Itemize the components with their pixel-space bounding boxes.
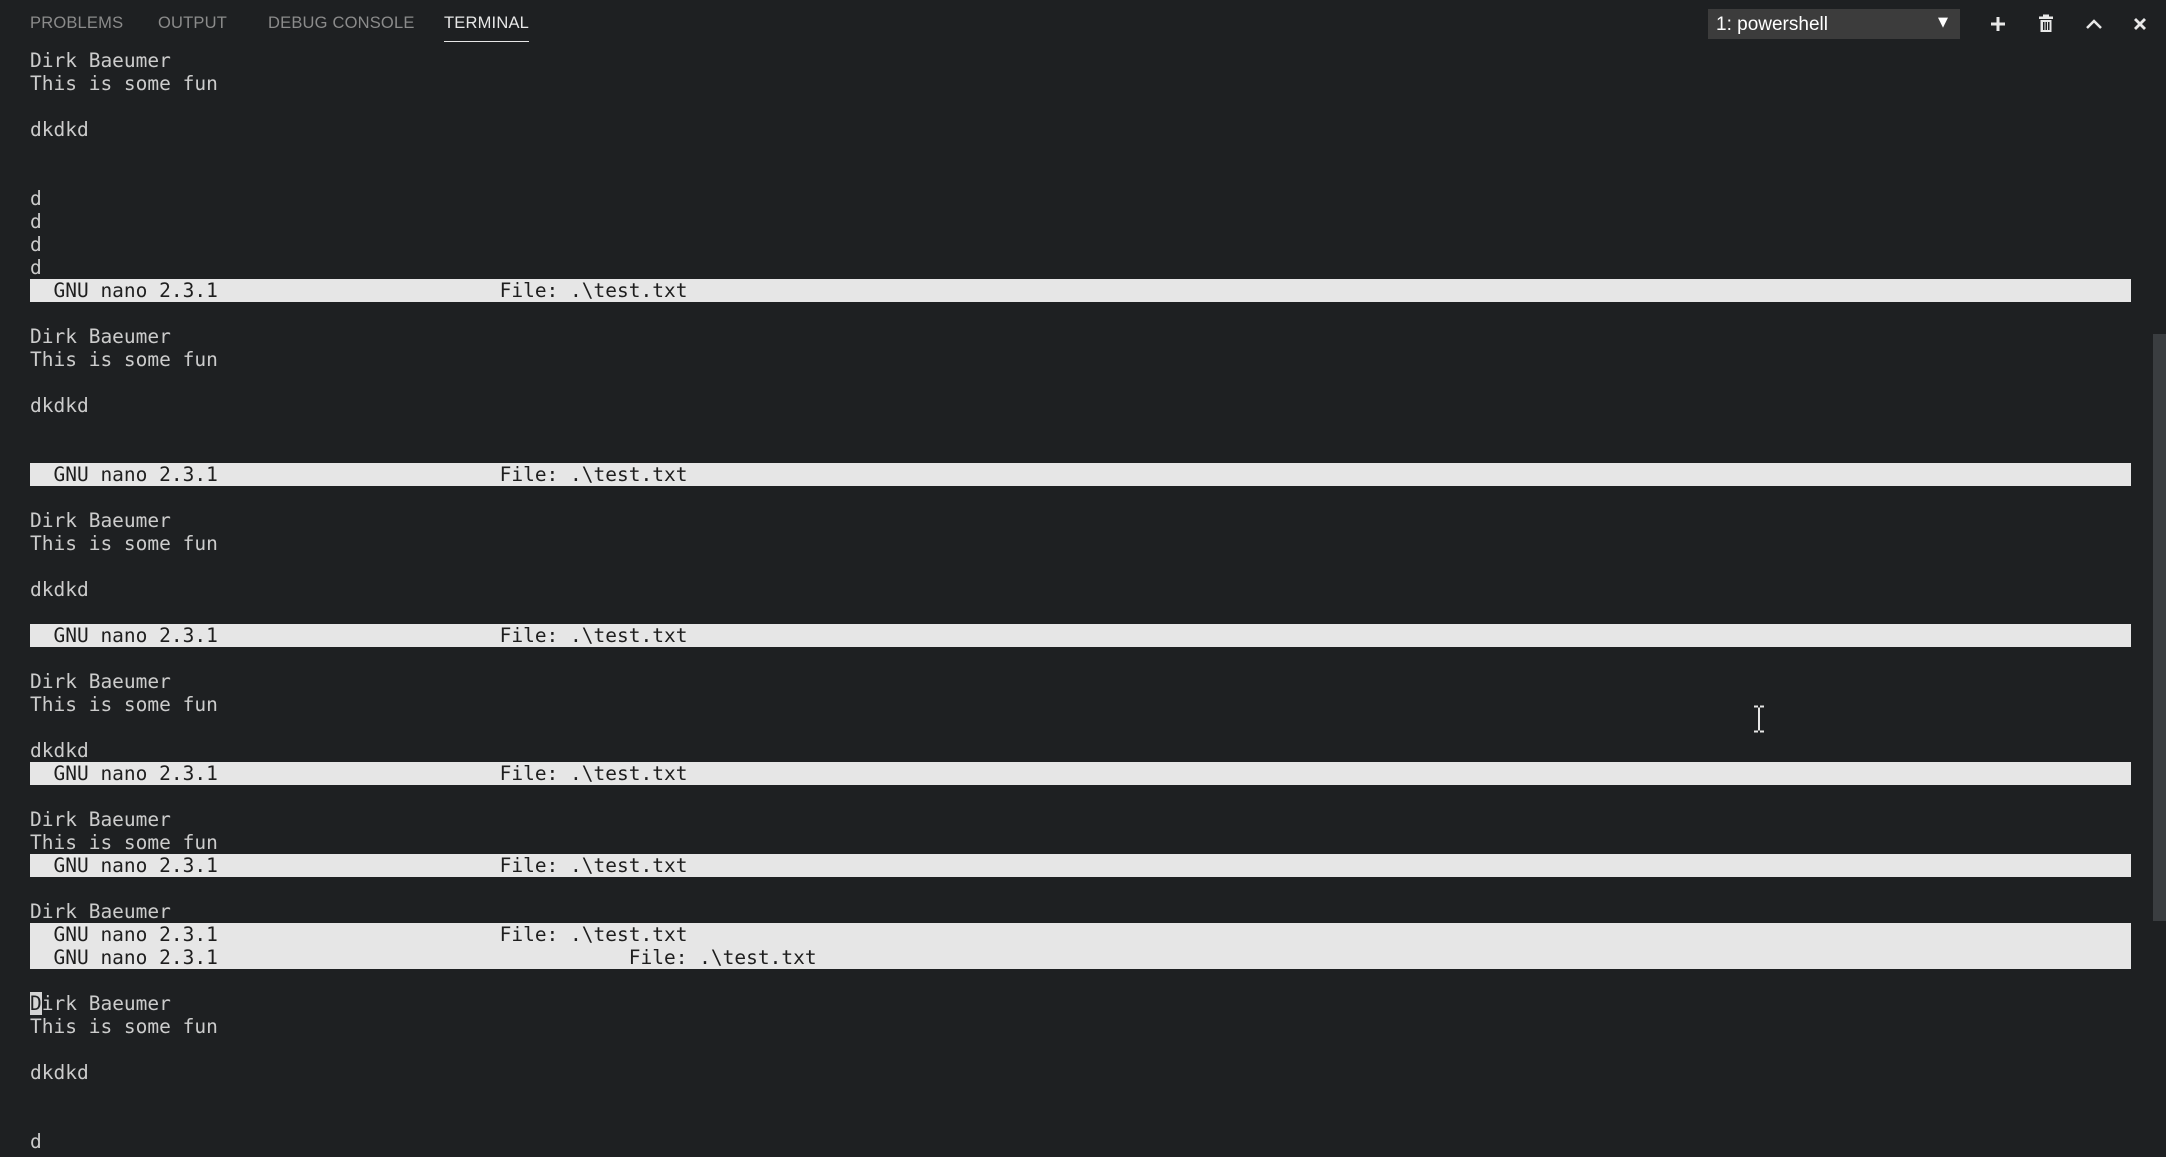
terminal-line-with-cursor: Dirk Baeumer: [30, 992, 171, 1015]
terminal-line: GNU nano 2.3.1 File: .\test.txt: [30, 463, 688, 486]
maximize-panel-button[interactable]: [2078, 8, 2110, 40]
terminal-line: Dirk Baeumer: [30, 900, 171, 923]
terminal-line: dkdkd: [30, 1061, 89, 1084]
terminal-line: GNU nano 2.3.1 File: .\test.txt: [30, 624, 688, 647]
terminal-line: Dirk Baeumer: [30, 49, 171, 72]
terminal-line: This is some fun: [30, 532, 218, 555]
nano-title-bar: GNU nano 2.3.1 File: .\test.txt: [30, 279, 2131, 302]
terminal-line: This is some fun: [30, 1015, 218, 1038]
terminal-line: GNU nano 2.3.1 File: .\test.txt: [30, 946, 817, 969]
terminal-line: d: [30, 1130, 42, 1153]
terminal-line: dkdkd: [30, 739, 89, 762]
terminal-line: d: [30, 256, 42, 279]
scrollbar-thumb[interactable]: [2153, 334, 2166, 921]
nano-title-bar: GNU nano 2.3.1 File: .\test.txt: [30, 463, 2131, 486]
tab-debug-console[interactable]: DEBUG CONSOLE: [268, 14, 415, 33]
tab-output[interactable]: OUTPUT: [158, 14, 227, 33]
terminal-line: dkdkd: [30, 118, 89, 141]
terminal-line: This is some fun: [30, 693, 218, 716]
terminal-line: d: [30, 187, 42, 210]
panel-header: PROBLEMS OUTPUT DEBUG CONSOLE TERMINAL 1…: [0, 0, 2166, 48]
terminal-line: Dirk Baeumer: [30, 670, 171, 693]
terminal-line: This is some fun: [30, 72, 218, 95]
terminal-line-rest: irk Baeumer: [41, 992, 171, 1015]
dropdown-caret-icon: ▼: [1938, 15, 1948, 30]
terminal-output[interactable]: GNU nano 2.3.1 File: .\test.txt GNU nano…: [0, 48, 2150, 1157]
terminal-line: GNU nano 2.3.1 File: .\test.txt: [30, 762, 688, 785]
terminal-cursor: D: [30, 992, 42, 1015]
terminal-selector-dropdown[interactable]: 1: powershell ▼: [1708, 9, 1960, 39]
terminal-line: Dirk Baeumer: [30, 808, 171, 831]
close-panel-button[interactable]: [2124, 8, 2156, 40]
terminal-line: This is some fun: [30, 831, 218, 854]
text-cursor-ibeam-icon: [1754, 705, 1764, 733]
new-terminal-button[interactable]: [1982, 8, 2014, 40]
terminal-line: Dirk Baeumer: [30, 509, 171, 532]
tab-terminal[interactable]: TERMINAL: [444, 14, 530, 42]
terminal-selector-value: 1: powershell: [1716, 14, 1828, 35]
trash-icon: [2039, 14, 2053, 32]
terminal-line: GNU nano 2.3.1 File: .\test.txt: [30, 923, 688, 946]
terminal-line: GNU nano 2.3.1 File: .\test.txt: [30, 854, 688, 877]
terminal-line: Dirk Baeumer: [30, 325, 171, 348]
tab-problems[interactable]: PROBLEMS: [30, 14, 123, 33]
close-icon: [2134, 18, 2146, 30]
chevron-up-icon: [2086, 19, 2102, 29]
terminal-line: This is some fun: [30, 348, 218, 371]
nano-title-bar: GNU nano 2.3.1 File: .\test.txt: [30, 762, 2131, 785]
terminal-scrollbar[interactable]: [2150, 48, 2166, 1157]
plus-icon: [1991, 17, 2005, 31]
nano-title-bar: GNU nano 2.3.1 File: .\test.txt: [30, 854, 2131, 877]
terminal-line: dkdkd: [30, 578, 89, 601]
terminal-line: GNU nano 2.3.1 File: .\test.txt: [30, 279, 688, 302]
nano-title-bar: GNU nano 2.3.1 File: .\test.txt: [30, 624, 2131, 647]
terminal-line: dkdkd: [30, 394, 89, 417]
terminal-line: d: [30, 233, 42, 256]
kill-terminal-button[interactable]: [2030, 8, 2062, 40]
nano-title-bar: GNU nano 2.3.1 File: .\test.txt GNU nano…: [30, 923, 2131, 969]
terminal-line: d: [30, 210, 42, 233]
